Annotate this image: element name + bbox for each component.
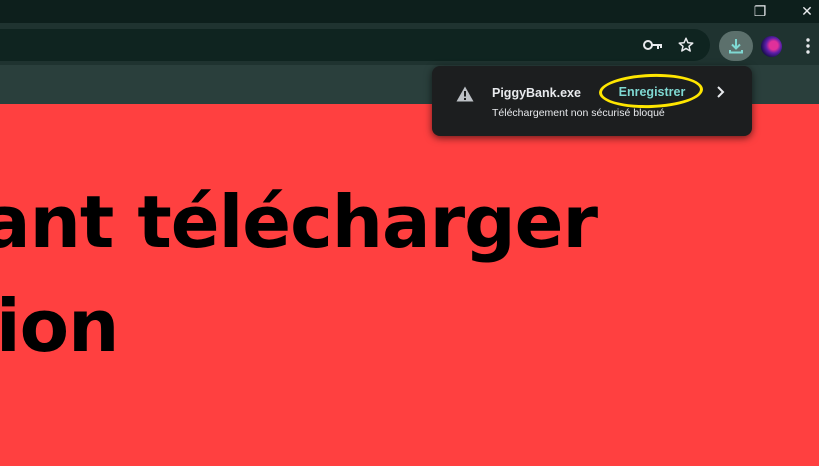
restore-icon: ❐ xyxy=(753,3,767,20)
browser-toolbar xyxy=(0,23,819,65)
address-bar[interactable] xyxy=(0,29,710,61)
more-menu-button[interactable] xyxy=(798,35,818,57)
bookmark-star-icon[interactable] xyxy=(676,35,696,55)
page-heading: ant télécharger ion xyxy=(0,170,598,378)
title-bar: ❐ ✕ xyxy=(0,0,819,23)
download-icon xyxy=(729,39,743,54)
download-bubble: PiggyBank.exe Téléchargement non sécuris… xyxy=(432,66,752,136)
profile-avatar[interactable] xyxy=(761,36,782,57)
chevron-right-icon[interactable] xyxy=(712,84,728,100)
downloads-button[interactable] xyxy=(719,31,753,61)
more-vert-icon xyxy=(806,38,810,54)
heading-line-1: ant télécharger xyxy=(0,180,598,264)
warning-icon xyxy=(456,86,474,102)
key-icon[interactable] xyxy=(643,35,663,55)
heading-line-2: ion xyxy=(0,284,119,368)
download-filename: PiggyBank.exe xyxy=(492,86,581,100)
download-status: Téléchargement non sécurisé bloqué xyxy=(492,107,665,119)
close-window-button[interactable]: ✕ xyxy=(787,0,819,23)
keep-download-button[interactable]: Enregistrer xyxy=(602,78,702,106)
close-icon: ✕ xyxy=(801,3,813,20)
restore-window-button[interactable]: ❐ xyxy=(740,0,780,23)
